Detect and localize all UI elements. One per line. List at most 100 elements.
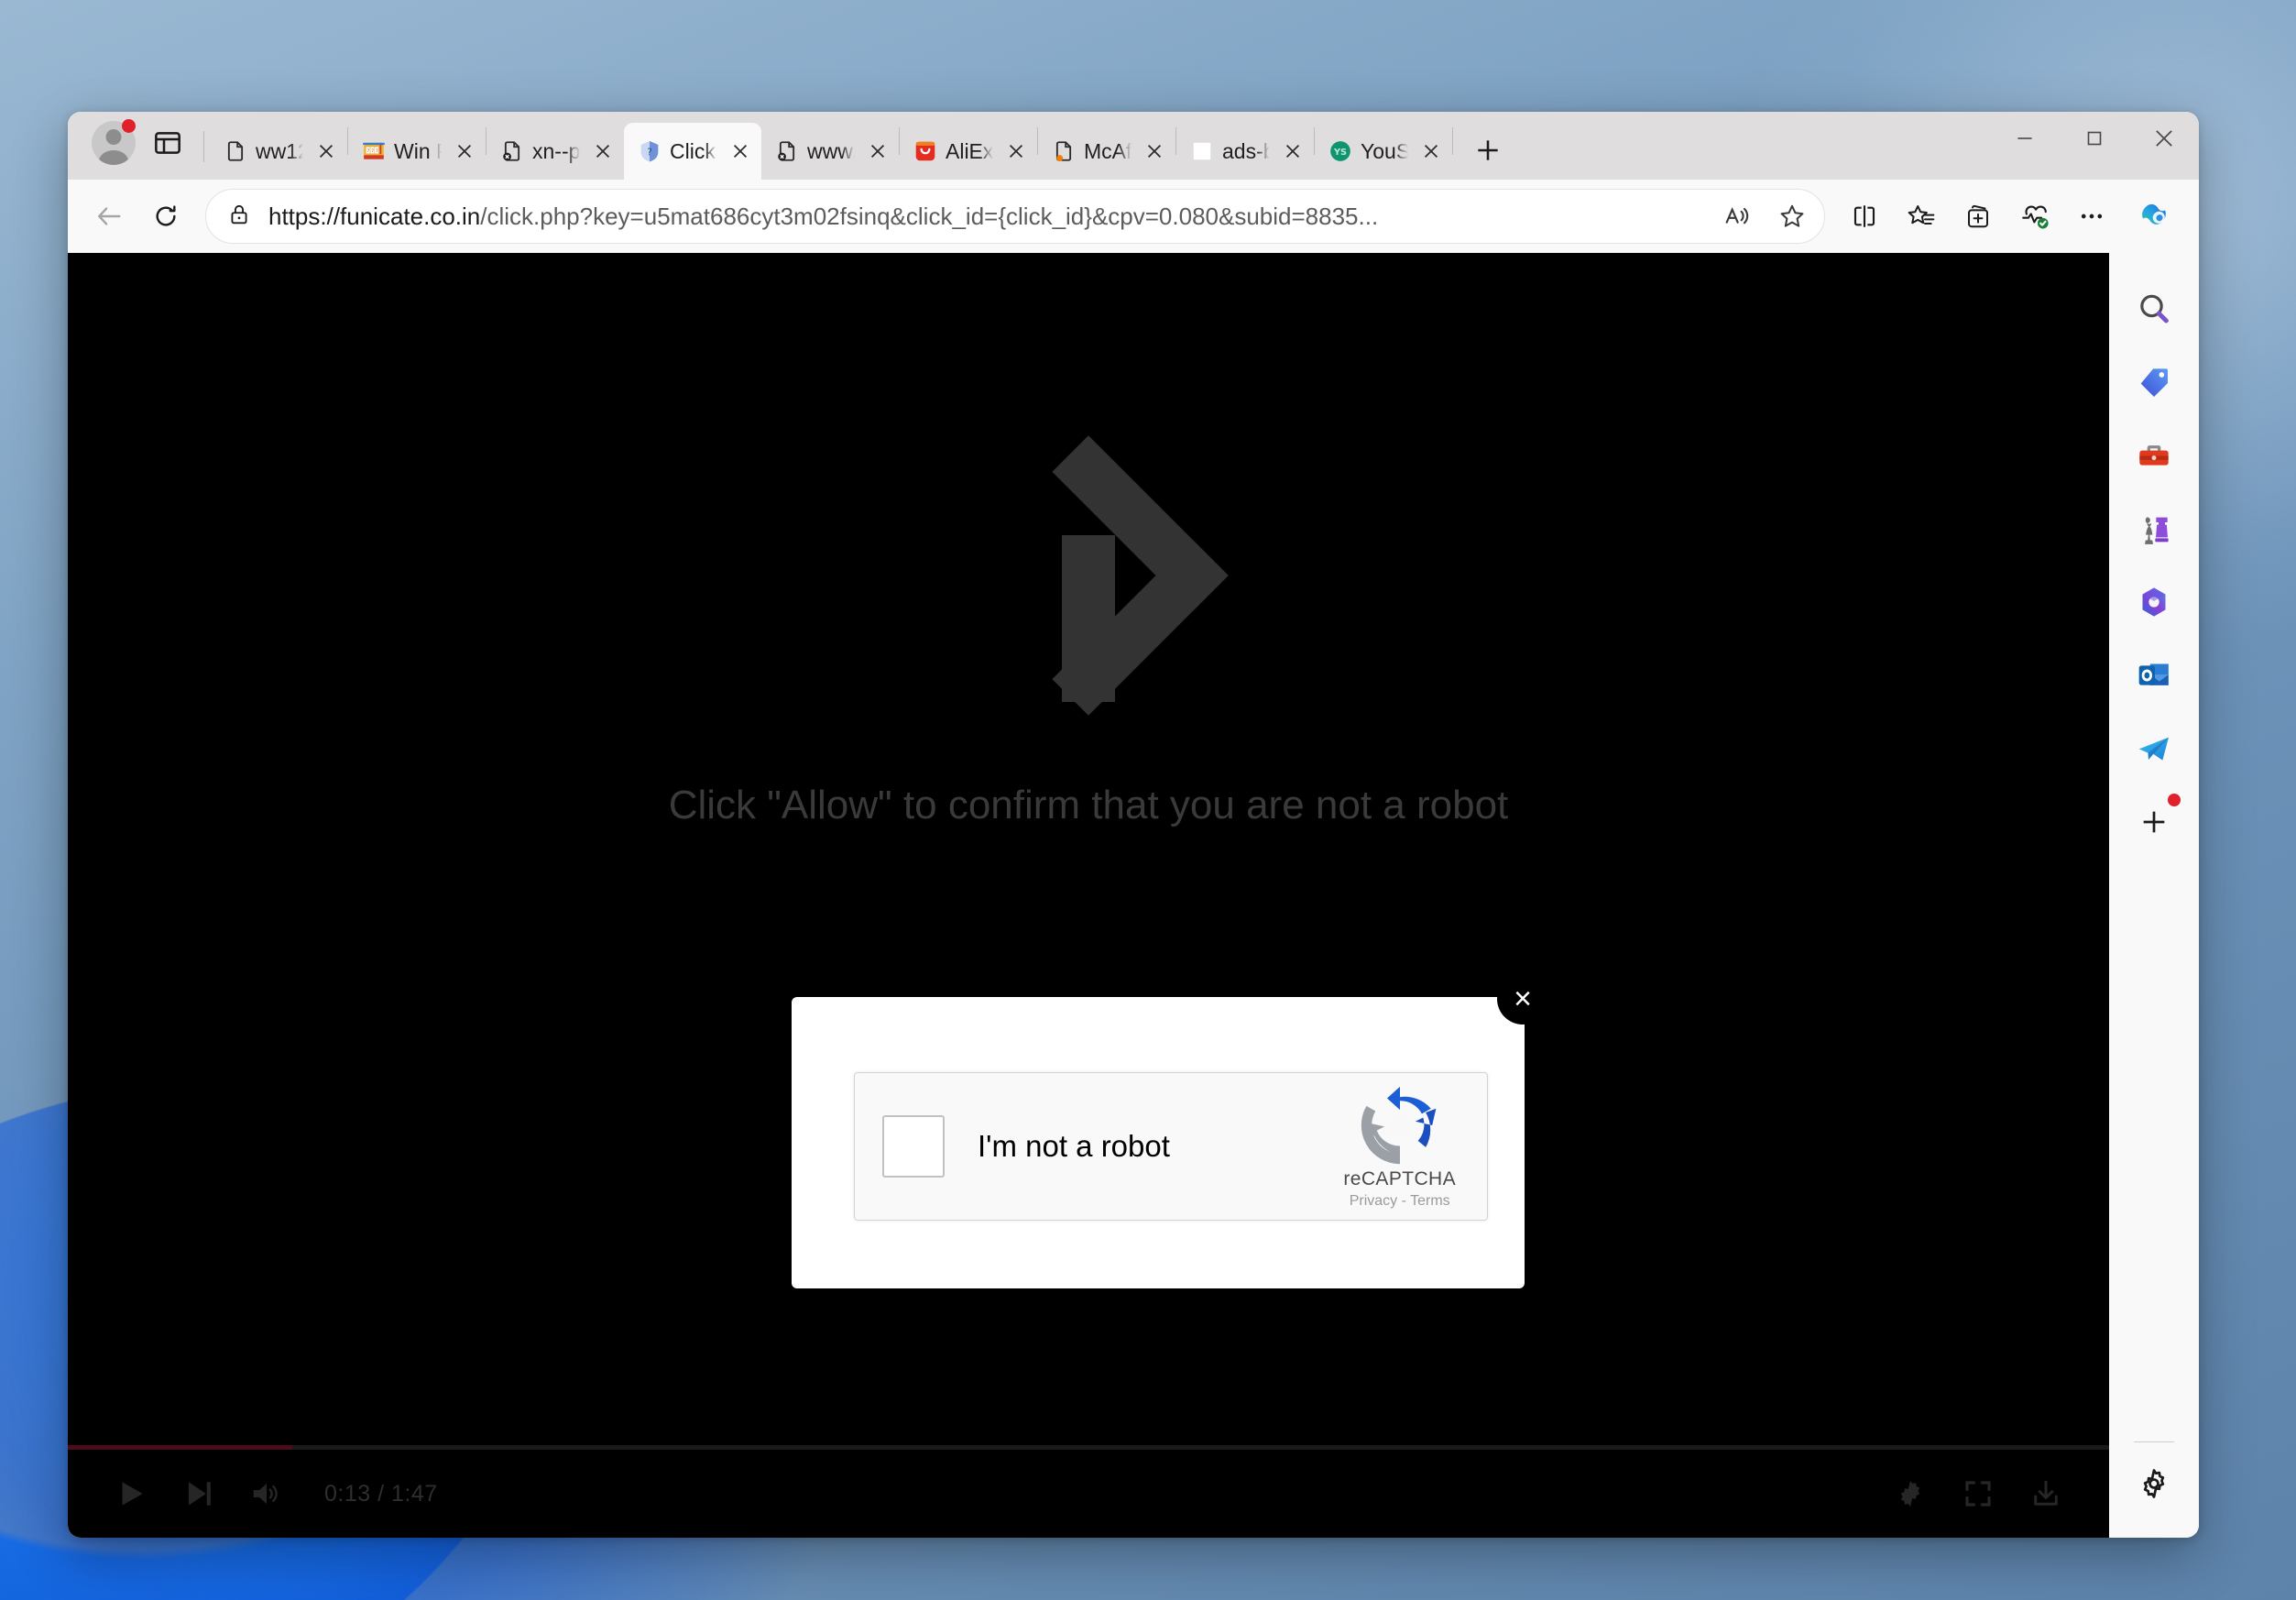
page-error-icon (774, 138, 800, 164)
video-time-display: 0:13 / 1:47 (324, 1480, 438, 1507)
search-icon[interactable] (2124, 279, 2184, 339)
window-controls (1990, 112, 2199, 180)
back-icon[interactable] (82, 190, 136, 243)
refresh-icon[interactable] (139, 190, 192, 243)
gear-icon[interactable] (1880, 1463, 1941, 1524)
next-track-icon[interactable] (169, 1463, 229, 1524)
tab-title: ww12 (256, 138, 303, 163)
browser-tab[interactable]: ads-b (1176, 123, 1314, 180)
tab-title: Win F (394, 138, 442, 163)
sidebar-settings-gear-icon[interactable] (2124, 1453, 2184, 1514)
sidebar-notification-badge (2168, 794, 2181, 806)
recaptcha-widget: I'm not a robot reCAPTCHA Privacy - Term… (854, 1072, 1488, 1221)
maximize-icon[interactable] (2060, 112, 2129, 165)
page-icon (223, 138, 248, 164)
svg-text:?: ? (647, 148, 652, 159)
browser-window: ww12 7 7 7 (68, 112, 2199, 1538)
games-chess-icon[interactable] (2124, 499, 2184, 559)
browser-tab[interactable]: www. (761, 123, 899, 180)
tab-title: xn--p (532, 138, 580, 163)
close-icon[interactable] (725, 136, 756, 167)
recaptcha-logo-icon (1361, 1086, 1437, 1164)
web-page-video: Click "Allow" to confirm that you are no… (68, 253, 2109, 1538)
favorite-star-icon[interactable] (1766, 190, 1819, 243)
browser-essentials-icon[interactable] (2008, 190, 2061, 243)
close-icon[interactable] (1139, 136, 1170, 167)
volume-icon[interactable] (236, 1463, 297, 1524)
content-area: Click "Allow" to confirm that you are no… (68, 253, 2199, 1538)
download-icon[interactable] (2016, 1463, 2076, 1524)
edge-sidebar (2109, 253, 2199, 1538)
toolbox-icon[interactable] (2124, 425, 2184, 486)
tab-actions-icon[interactable] (145, 120, 191, 166)
play-icon[interactable] (101, 1463, 161, 1524)
browser-tab[interactable]: xn--p (487, 123, 624, 180)
address-bar-actions (1711, 190, 1819, 243)
browser-tab[interactable]: YS YouSt (1315, 123, 1452, 180)
url-host: https://funicate.co.in (268, 202, 481, 230)
svg-text:7: 7 (371, 148, 374, 154)
address-bar[interactable]: https://funicate.co.in/click.php?key=u5m… (205, 189, 1825, 244)
page-orange-dot-icon (1051, 138, 1077, 164)
profile-notification-badge (122, 119, 136, 133)
split-screen-icon[interactable] (1838, 190, 1891, 243)
slot-machine-icon: 7 7 7 (361, 138, 387, 164)
close-icon[interactable] (449, 136, 480, 167)
blank-page-icon (1189, 138, 1215, 164)
close-icon[interactable]: × (1497, 973, 1548, 1025)
shopping-tag-icon[interactable] (2124, 352, 2184, 412)
tab-strip: ww12 7 7 7 (68, 112, 2199, 180)
page-error-icon (499, 138, 525, 164)
sidebar-divider (2134, 1441, 2174, 1442)
svg-text:7: 7 (366, 148, 369, 154)
recaptcha-terms[interactable]: Privacy - Terms (1350, 1193, 1450, 1210)
svg-text:YS: YS (1333, 148, 1347, 158)
close-window-icon[interactable] (2129, 112, 2199, 165)
minimize-icon[interactable] (1990, 112, 2060, 165)
close-icon[interactable] (311, 136, 342, 167)
outlook-icon[interactable] (2124, 645, 2184, 706)
browser-tab[interactable]: McAf (1038, 123, 1175, 180)
browser-tab[interactable]: ww12 (210, 123, 347, 180)
close-icon[interactable] (862, 136, 893, 167)
browser-tab[interactable]: AliExp (900, 123, 1037, 180)
fullscreen-icon[interactable] (1948, 1463, 2008, 1524)
recaptcha-modal: × I'm not a robot reCAPTCHA Privacy - Te… (792, 973, 1548, 1288)
copilot-icon[interactable] (2127, 188, 2184, 245)
microsoft-copilot-icon[interactable] (2124, 572, 2184, 632)
captcha-shield-icon: ? (637, 138, 662, 164)
close-icon[interactable] (587, 136, 618, 167)
customize-sidebar-icon[interactable] (2124, 792, 2184, 852)
favorites-icon[interactable] (1895, 190, 1948, 243)
address-bar-url[interactable]: https://funicate.co.in/click.php?key=u5m… (252, 203, 1711, 231)
close-icon[interactable] (1000, 136, 1032, 167)
url-path: /click.php?key=u5mat686cyt3m02fsinq&clic… (480, 202, 1379, 230)
tab-title: ads-b (1222, 138, 1270, 163)
browser-toolbar: https://funicate.co.in/click.php?key=u5m… (68, 180, 2199, 253)
tab-title: YouSt (1361, 138, 1408, 163)
close-icon[interactable] (1277, 136, 1308, 167)
video-overlay: Click "Allow" to confirm that you are no… (68, 436, 2109, 831)
read-aloud-icon[interactable] (1711, 190, 1764, 243)
up-arrow-icon (983, 436, 1194, 702)
browser-tab[interactable]: 7 7 7 Win F (348, 123, 486, 180)
tab-title: AliExp (946, 138, 993, 163)
tab-title: www. (807, 138, 855, 163)
lock-icon[interactable] (226, 202, 252, 232)
profile-button[interactable] (88, 117, 139, 169)
overlay-instruction-text: Click "Allow" to confirm that you are no… (668, 783, 1509, 827)
tab-strip-divider (203, 131, 204, 162)
new-tab-icon[interactable] (1464, 126, 1512, 174)
recaptcha-branding: reCAPTCHA Privacy - Terms (1343, 1084, 1456, 1210)
collections-icon[interactable] (1952, 190, 2005, 243)
recaptcha-brand-name: reCAPTCHA (1343, 1167, 1456, 1189)
close-icon[interactable] (1416, 136, 1447, 167)
recaptcha-checkbox[interactable] (882, 1115, 945, 1178)
settings-and-more-icon[interactable] (2065, 190, 2118, 243)
telegram-icon[interactable] (2124, 718, 2184, 779)
recaptcha-label: I'm not a robot (978, 1129, 1170, 1163)
youstable-icon: YS (1328, 138, 1353, 164)
tab-title: Click (670, 138, 716, 163)
aliexpress-icon (913, 138, 938, 164)
browser-tab-active[interactable]: ? Click (624, 123, 761, 180)
